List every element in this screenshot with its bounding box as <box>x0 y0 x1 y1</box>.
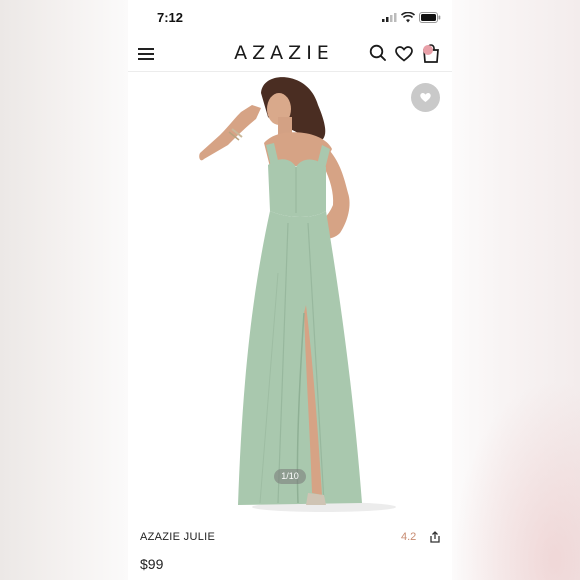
product-rating[interactable]: 4.2 <box>401 531 416 543</box>
product-price: $99 <box>140 556 164 572</box>
search-icon[interactable] <box>368 43 388 63</box>
background-left <box>0 0 128 580</box>
menu-button[interactable] <box>137 44 157 64</box>
favorite-button[interactable] <box>411 83 440 112</box>
status-bar: 7:12 <box>128 0 452 36</box>
heart-icon[interactable] <box>394 44 414 64</box>
product-photo <box>199 77 396 512</box>
product-image-gallery[interactable]: 1/10 <box>128 73 452 515</box>
share-icon[interactable] <box>428 530 442 544</box>
wifi-icon <box>401 12 415 23</box>
background-right <box>452 0 580 580</box>
status-time: 7:12 <box>157 10 184 25</box>
image-counter: 1/10 <box>274 469 306 484</box>
product-name: AZAZIE JULIE <box>140 531 216 543</box>
hamburger-icon <box>138 48 154 50</box>
cart-count-badge <box>423 45 433 55</box>
brand-logo[interactable]: AZAZIE <box>186 42 382 64</box>
heart-icon <box>420 92 431 103</box>
app-header: AZAZIE <box>128 36 452 72</box>
battery-icon <box>419 12 441 23</box>
signal-icon <box>382 13 397 22</box>
phone-screen: 7:12 AZAZIE 1/10 AZAZIE JULIE 4.2 $99 <box>128 0 452 580</box>
